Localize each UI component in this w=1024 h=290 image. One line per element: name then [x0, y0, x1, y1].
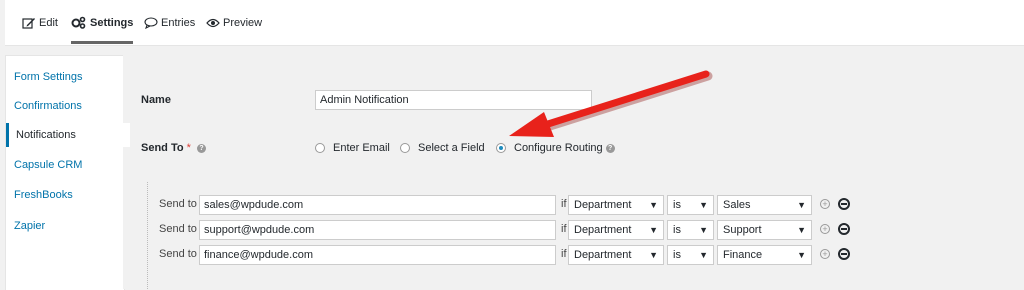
dropdown-arrow-icon: ▼ [797, 225, 806, 235]
tab-entries[interactable]: Entries [144, 0, 195, 45]
sidebar-item-zapier[interactable]: Zapier [6, 214, 124, 238]
routing-rule-row: Send to if Department ▼ is ▼ Sales ▼ + [148, 194, 1024, 216]
radio-configure-routing-label: Configure Routing [514, 142, 603, 154]
routing-operator-select[interactable]: is ▼ [667, 220, 714, 240]
routing-value-value: Finance [723, 249, 763, 261]
edit-icon [22, 17, 35, 29]
routing-operator-select[interactable]: is ▼ [667, 245, 714, 265]
tab-settings-label: Settings [90, 16, 134, 29]
send-to-label: Send To * ? [141, 142, 206, 154]
routing-field-value: Department [574, 224, 632, 236]
remove-rule-icon[interactable] [838, 223, 850, 235]
radio-enter-email-input[interactable] [315, 143, 325, 153]
remove-rule-icon[interactable] [838, 248, 850, 260]
dropdown-arrow-icon: ▼ [649, 250, 658, 260]
sidebar-item-confirmations[interactable]: Confirmations [6, 94, 124, 118]
comment-icon [144, 16, 158, 29]
add-rule-icon[interactable]: + [820, 199, 830, 209]
send-to-help-icon[interactable]: ? [196, 143, 206, 153]
routing-email-input[interactable] [199, 220, 556, 240]
gears-icon [71, 16, 86, 29]
routing-field-select[interactable]: Department ▼ [568, 245, 664, 265]
configure-routing-help-icon[interactable]: ? [605, 143, 615, 153]
required-asterisk: * [186, 142, 191, 154]
dropdown-arrow-icon: ▼ [649, 200, 658, 210]
radio-configure-routing-input[interactable] [496, 143, 506, 153]
routing-value-select[interactable]: Sales ▼ [717, 195, 812, 215]
send-to-label: Send to [159, 248, 197, 260]
remove-rule-icon[interactable] [838, 198, 850, 210]
dropdown-arrow-icon: ▼ [699, 225, 708, 235]
name-label: Name [141, 94, 171, 106]
name-input[interactable] [315, 90, 592, 110]
routing-value-select[interactable]: Finance ▼ [717, 245, 812, 265]
dropdown-arrow-icon: ▼ [699, 200, 708, 210]
if-label: if [561, 223, 567, 235]
tab-preview[interactable]: Preview [206, 0, 262, 45]
routing-email-input[interactable] [199, 245, 556, 265]
send-to-label: Send to [159, 198, 197, 210]
send-to-label-text: Send To [141, 142, 184, 154]
tab-entries-label: Entries [161, 16, 196, 29]
tab-edit-label: Edit [39, 16, 58, 29]
tab-edit[interactable]: Edit [22, 0, 58, 45]
routing-value-value: Sales [723, 199, 751, 211]
routing-email-input[interactable] [199, 195, 556, 215]
routing-operator-select[interactable]: is ▼ [667, 195, 714, 215]
routing-value-value: Support [723, 224, 762, 236]
settings-sidebar: Form Settings Confirmations Notification… [5, 55, 130, 290]
routing-operator-value: is [673, 224, 681, 236]
dropdown-arrow-icon: ▼ [699, 250, 708, 260]
routing-operator-value: is [673, 199, 681, 211]
tab-settings[interactable]: Settings [71, 0, 134, 45]
if-label: if [561, 248, 567, 260]
radio-enter-email-label: Enter Email [333, 142, 390, 154]
sidebar-item-capsule-crm[interactable]: Capsule CRM [6, 153, 124, 177]
radio-configure-routing[interactable]: Configure Routing ? [496, 142, 615, 154]
dropdown-arrow-icon: ▼ [797, 250, 806, 260]
routing-rule-row: Send to if Department ▼ is ▼ Finance ▼ + [148, 244, 1024, 266]
if-label: if [561, 198, 567, 210]
radio-select-field-input[interactable] [400, 143, 410, 153]
routing-field-select[interactable]: Department ▼ [568, 195, 664, 215]
radio-enter-email[interactable]: Enter Email [315, 142, 390, 154]
routing-rule-row: Send to if Department ▼ is ▼ Support ▼ + [148, 219, 1024, 241]
dropdown-arrow-icon: ▼ [649, 225, 658, 235]
radio-select-field[interactable]: Select a Field [400, 142, 485, 154]
form-toolbar: Edit Settings Entries Preview [5, 0, 1024, 46]
add-rule-icon[interactable]: + [820, 249, 830, 259]
routing-value-select[interactable]: Support ▼ [717, 220, 812, 240]
routing-field-value: Department [574, 249, 632, 261]
sidebar-item-notifications[interactable]: Notifications [6, 123, 130, 147]
eye-icon [206, 18, 220, 27]
send-to-label: Send to [159, 223, 197, 235]
routing-rules: Send to if Department ▼ is ▼ Sales ▼ + S… [147, 182, 1024, 289]
tab-preview-label: Preview [223, 16, 263, 29]
routing-operator-value: is [673, 249, 681, 261]
dropdown-arrow-icon: ▼ [797, 200, 806, 210]
routing-field-value: Department [574, 199, 632, 211]
add-rule-icon[interactable]: + [820, 224, 830, 234]
sidebar-item-freshbooks[interactable]: FreshBooks [6, 183, 124, 207]
routing-field-select[interactable]: Department ▼ [568, 220, 664, 240]
radio-select-field-label: Select a Field [418, 142, 485, 154]
active-tab-underline [71, 41, 134, 44]
sidebar-item-form-settings[interactable]: Form Settings [6, 65, 124, 89]
